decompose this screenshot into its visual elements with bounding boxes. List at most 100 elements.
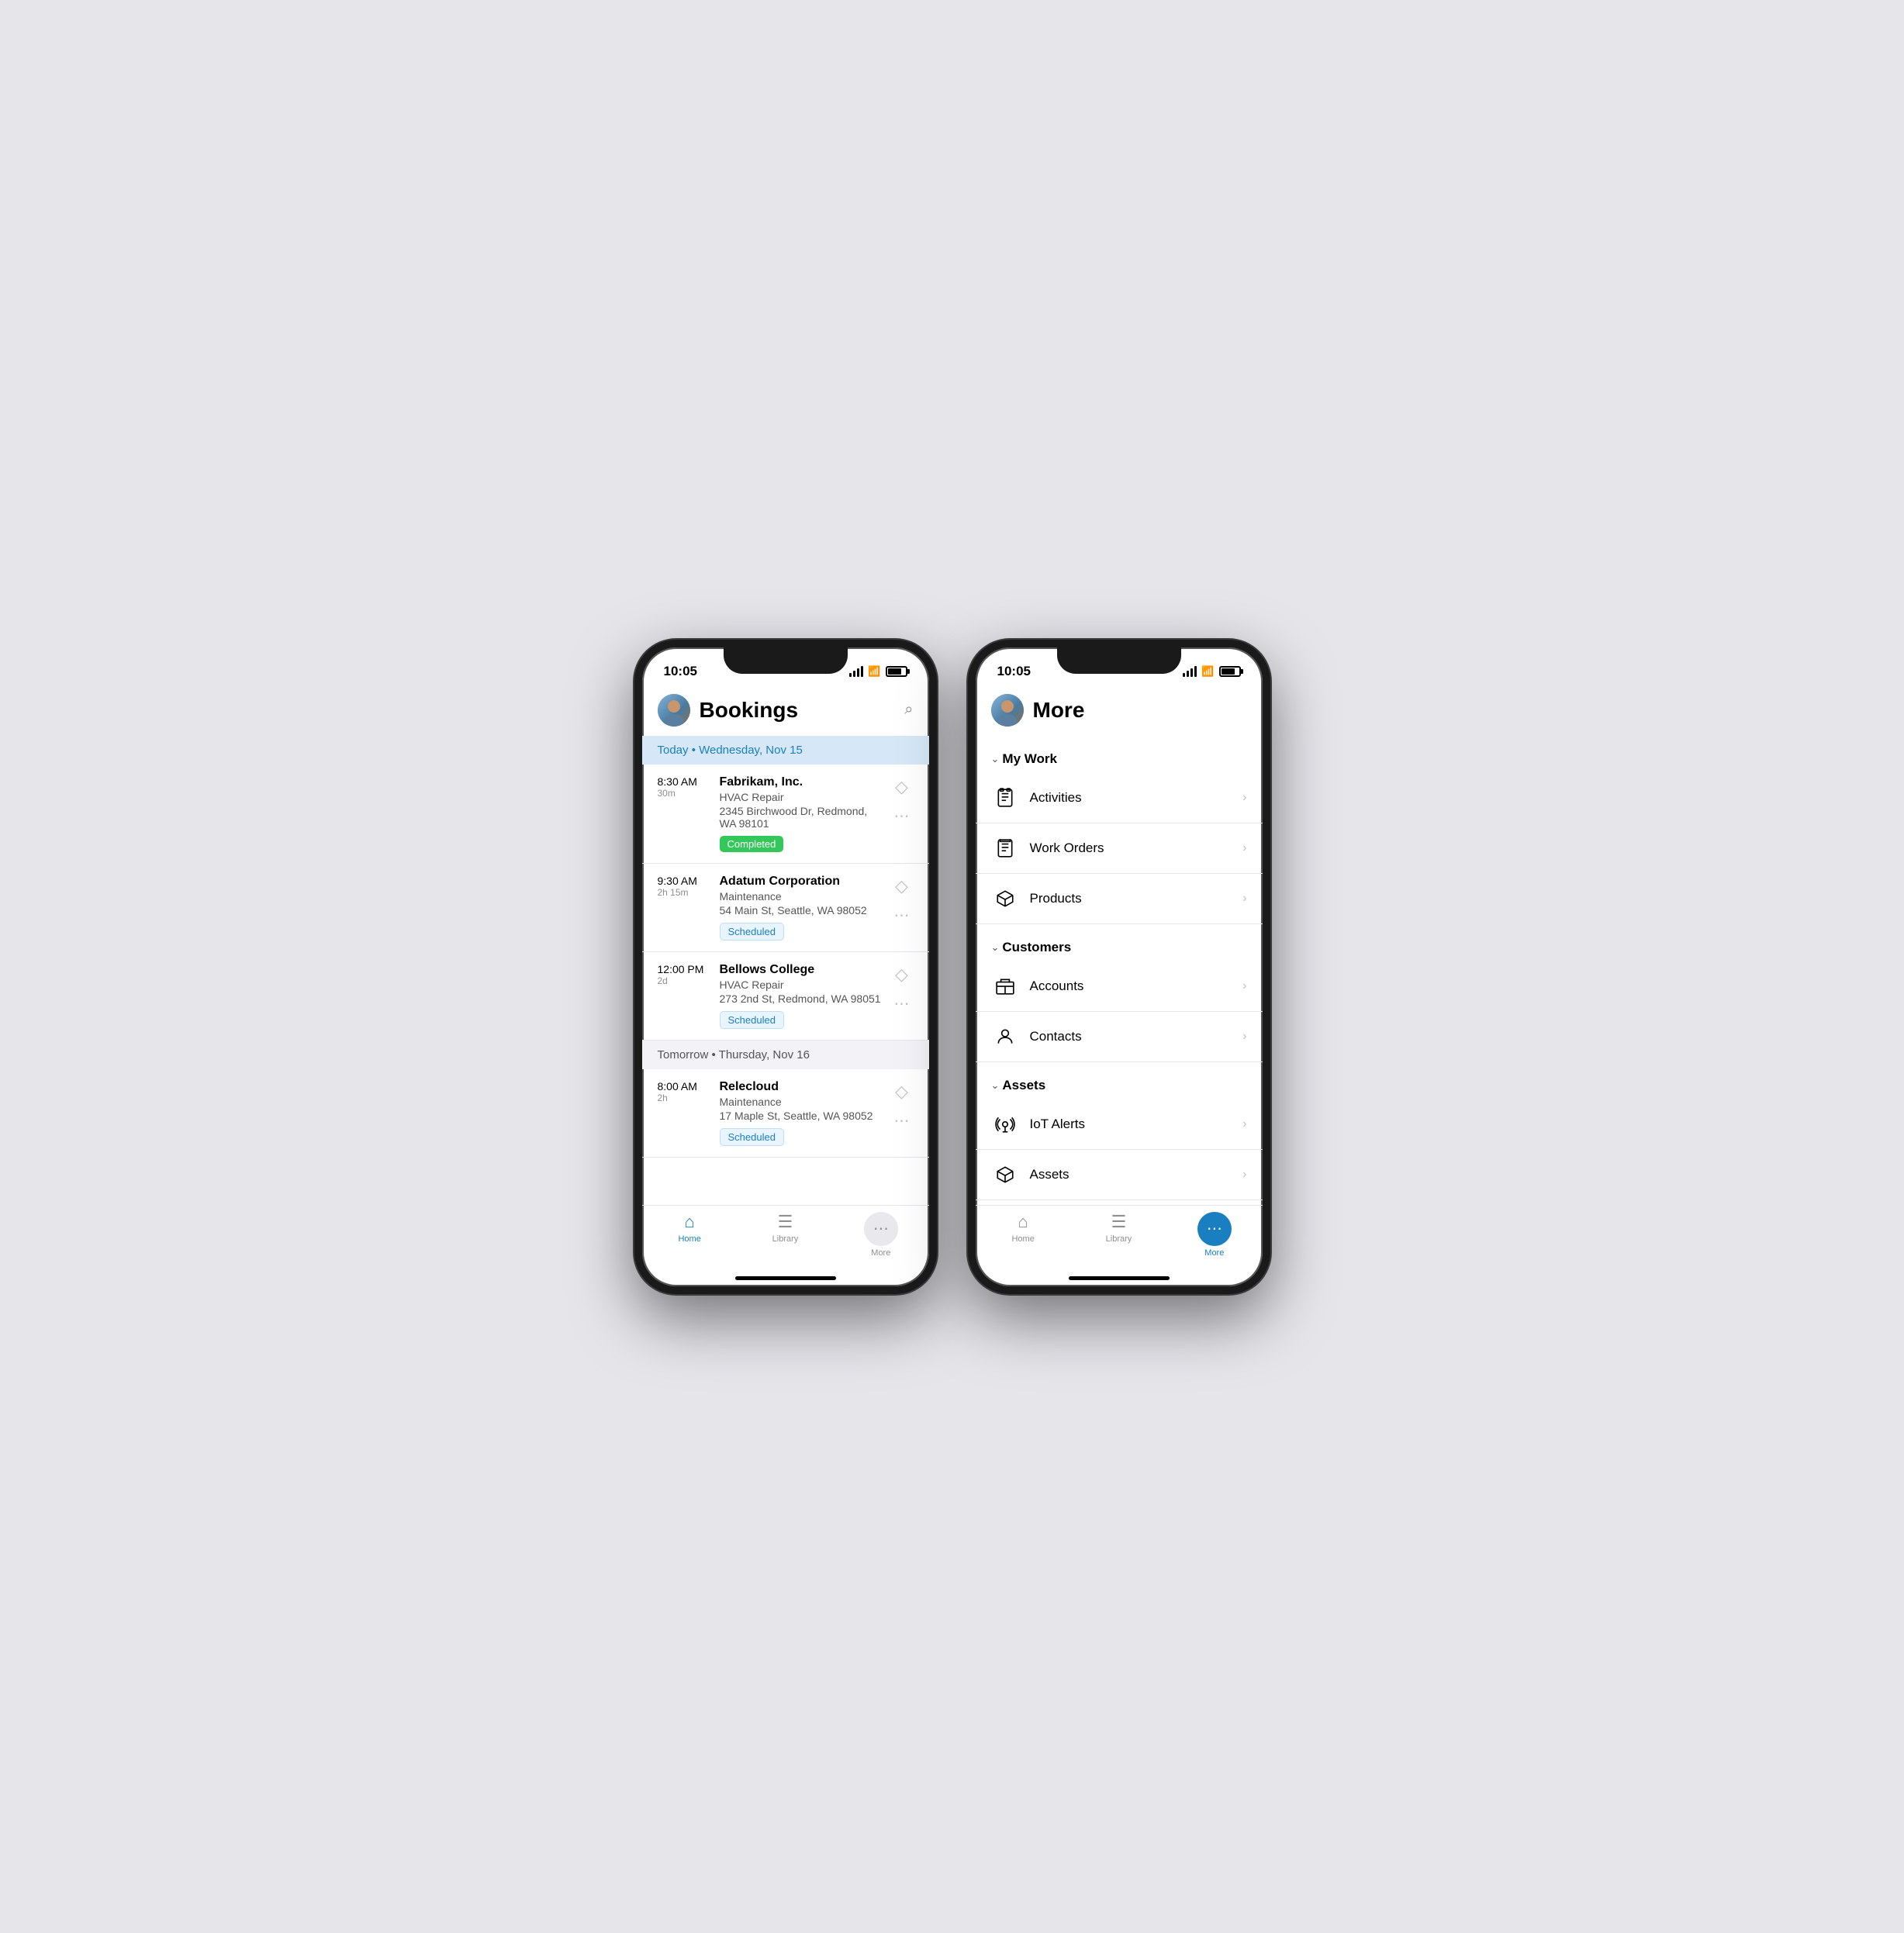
menu-item-label: Accounts (1030, 979, 1243, 994)
booking-time-main: 8:00 AM (658, 1080, 720, 1092)
tab-more[interactable]: ⋯ More (1166, 1212, 1262, 1258)
booking-details: Adatum Corporation Maintenance 54 Main S… (720, 875, 884, 941)
booking-list: Today • Wednesday, Nov 15 8:30 AM 30m Fa… (642, 736, 929, 1205)
home-icon: ⌂ (685, 1212, 695, 1232)
booking-item[interactable]: 12:00 PM 2d Bellows College HVAC Repair … (642, 952, 929, 1041)
notch (724, 647, 848, 674)
tab-library[interactable]: ☰ Library (738, 1212, 833, 1258)
menu-item-assets[interactable]: Assets › (976, 1150, 1263, 1200)
app-header: Bookings ⌕ (642, 688, 929, 736)
signal-icon (849, 666, 863, 677)
status-badge: Scheduled (720, 1011, 784, 1029)
more-bubble-active: ⋯ (1197, 1212, 1232, 1246)
chevron-right-icon: › (1242, 791, 1246, 805)
booking-time-main: 8:30 AM (658, 775, 720, 788)
booking-duration: 2h (658, 1092, 720, 1103)
booking-address: 54 Main St, Seattle, WA 98052 (720, 904, 884, 916)
booking-item[interactable]: 9:30 AM 2h 15m Adatum Corporation Mainte… (642, 864, 929, 952)
app-header: More (976, 688, 1263, 736)
booking-company: Bellows College (720, 963, 884, 977)
more-phone: 10:05 📶 More ⌄ My Work (968, 640, 1270, 1294)
tab-library-label: Library (772, 1234, 799, 1244)
booking-company: Fabrikam, Inc. (720, 775, 884, 789)
chevron-right-icon: › (1242, 979, 1246, 993)
menu-item-contacts[interactable]: Contacts › (976, 1012, 1263, 1062)
menu-item-label: Work Orders (1030, 841, 1243, 856)
more-dots-icon: ⋯ (1207, 1219, 1222, 1238)
bookings-phone: 10:05 📶 Bookings ⌕ Today • Wednesday, No… (634, 640, 937, 1294)
more-list: ⌄ My Work Activities › (976, 736, 1263, 1205)
status-icons: 📶 (849, 665, 907, 678)
chevron-right-icon: › (1242, 1030, 1246, 1044)
tab-library[interactable]: ☰ Library (1071, 1212, 1166, 1258)
tab-home[interactable]: ⌂ Home (642, 1212, 738, 1258)
accounts-icon (991, 972, 1019, 1000)
section-label: Customers (1002, 940, 1071, 955)
chevron-down-icon: ⌄ (991, 1079, 1000, 1092)
home-indicator (1069, 1276, 1170, 1280)
battery-icon (1219, 666, 1241, 677)
status-icons: 📶 (1183, 665, 1240, 678)
navigate-icon[interactable]: ◇ (890, 1080, 914, 1103)
booking-actions: ◇ ⋯ (884, 963, 914, 1013)
menu-item-products[interactable]: Products › (976, 874, 1263, 924)
library-icon: ☰ (778, 1212, 793, 1232)
tab-more[interactable]: ⋯ More (833, 1212, 928, 1258)
chevron-right-icon: › (1242, 892, 1246, 906)
booking-duration: 2d (658, 975, 720, 986)
booking-service: HVAC Repair (720, 791, 884, 803)
tab-home[interactable]: ⌂ Home (976, 1212, 1071, 1258)
navigate-icon[interactable]: ◇ (890, 963, 914, 986)
menu-item-work-orders[interactable]: Work Orders › (976, 823, 1263, 874)
status-badge: Scheduled (720, 923, 784, 941)
home-indicator (735, 1276, 836, 1280)
menu-item-accounts[interactable]: Accounts › (976, 961, 1263, 1012)
booking-time: 9:30 AM 2h 15m (658, 875, 720, 898)
booking-address: 273 2nd St, Redmond, WA 98051 (720, 992, 884, 1005)
wifi-icon: 📶 (868, 665, 880, 678)
chevron-down-icon: ⌄ (991, 753, 1000, 765)
avatar (991, 694, 1024, 727)
section-header-customers: ⌄ Customers (976, 924, 1263, 961)
booking-details: Bellows College HVAC Repair 273 2nd St, … (720, 963, 884, 1029)
tab-library-label: Library (1106, 1234, 1132, 1244)
booking-item[interactable]: 8:30 AM 30m Fabrikam, Inc. HVAC Repair 2… (642, 765, 929, 864)
tab-more-label: More (1204, 1248, 1224, 1258)
status-badge: Scheduled (720, 1128, 784, 1146)
booking-item[interactable]: 8:00 AM 2h Relecloud Maintenance 17 Mapl… (642, 1069, 929, 1158)
booking-duration: 30m (658, 788, 720, 799)
booking-details: Fabrikam, Inc. HVAC Repair 2345 Birchwoo… (720, 775, 884, 852)
booking-details: Relecloud Maintenance 17 Maple St, Seatt… (720, 1080, 884, 1146)
wifi-icon: 📶 (1201, 665, 1214, 678)
tab-bar: ⌂ Home ☰ Library ⋯ More (642, 1205, 929, 1273)
booking-duration: 2h 15m (658, 887, 720, 898)
products-icon (991, 885, 1019, 913)
more-dots-icon[interactable]: ⋯ (894, 906, 910, 925)
booking-time: 8:30 AM 30m (658, 775, 720, 799)
more-dots-icon[interactable]: ⋯ (894, 806, 910, 826)
booking-service: Maintenance (720, 890, 884, 903)
tomorrow-date-header: Tomorrow • Thursday, Nov 16 (642, 1041, 929, 1069)
booking-time-main: 9:30 AM (658, 875, 720, 887)
chevron-right-icon: › (1242, 841, 1246, 855)
section-label: My Work (1002, 751, 1057, 767)
booking-actions: ◇ ⋯ (884, 1080, 914, 1130)
navigate-icon[interactable]: ◇ (890, 875, 914, 898)
assets-icon (991, 1161, 1019, 1189)
tab-home-label: Home (678, 1234, 700, 1244)
navigate-icon[interactable]: ◇ (890, 775, 914, 799)
more-dots-icon[interactable]: ⋯ (894, 1111, 910, 1130)
menu-item-iot-alerts[interactable]: IoT Alerts › (976, 1099, 1263, 1150)
booking-time: 8:00 AM 2h (658, 1080, 720, 1103)
menu-item-label: Assets (1030, 1167, 1243, 1182)
menu-item-activities[interactable]: Activities › (976, 773, 1263, 823)
activities-icon (991, 784, 1019, 812)
booking-company: Adatum Corporation (720, 875, 884, 889)
home-icon: ⌂ (1018, 1212, 1028, 1232)
menu-item-label: Products (1030, 891, 1243, 906)
contacts-icon (991, 1023, 1019, 1051)
booking-time: 12:00 PM 2d (658, 963, 720, 986)
more-dots-icon[interactable]: ⋯ (894, 994, 910, 1013)
menu-item-label: IoT Alerts (1030, 1117, 1243, 1132)
search-icon[interactable]: ⌕ (904, 701, 913, 719)
